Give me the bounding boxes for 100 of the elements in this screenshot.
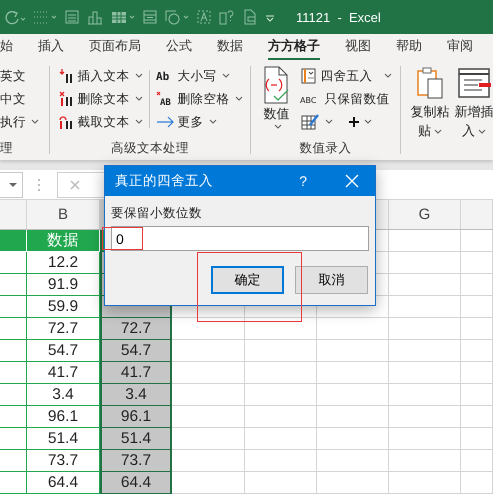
ribbon-tab[interactable]: 帮助: [396, 34, 422, 60]
table-edit-button[interactable]: [300, 113, 334, 131]
table-cell: [389, 384, 461, 406]
table-cell: [461, 296, 493, 318]
table-cell: [389, 450, 461, 472]
table-cell: 72.7: [100, 318, 172, 340]
ribbon-button[interactable]: 执行: [0, 112, 50, 132]
ribbon-tab[interactable]: 插入: [38, 34, 64, 60]
ribbon-tab[interactable]: 视图: [345, 34, 371, 60]
table-cell: [461, 406, 493, 428]
table-cell: [0, 384, 27, 406]
table-cell: [389, 252, 461, 274]
ribbon-tab[interactable]: 方方格子: [268, 34, 320, 60]
table-cell: [389, 340, 461, 362]
text-box-icon[interactable]: [196, 9, 212, 25]
case-icon: Ab: [156, 68, 176, 84]
ribbon-button[interactable]: 中文: [0, 89, 50, 109]
input-field[interactable]: 0: [111, 226, 369, 251]
help-icon[interactable]: [218, 9, 236, 25]
form-icon[interactable]: [64, 9, 80, 25]
ribbon-button[interactable]: AB 删除空格: [156, 89, 243, 109]
table-cell: [245, 384, 317, 406]
caret-icon: [234, 96, 243, 102]
table-cell: 54.7: [100, 340, 172, 362]
more-icon[interactable]: [37, 178, 41, 192]
ribbon-tab[interactable]: 审阅: [447, 34, 473, 60]
column-header[interactable]: G: [389, 200, 461, 229]
table-cell: [0, 318, 27, 340]
ribbon-button[interactable]: Ab 大小写: [156, 66, 243, 86]
table-cell: [389, 406, 461, 428]
table-cell: [317, 406, 389, 428]
caret-icon: [434, 129, 442, 135]
ribbon-tab[interactable]: 页面布局: [89, 34, 141, 60]
window-title: 11121 - Excel: [296, 10, 381, 24]
table-cell: [0, 450, 27, 472]
caret-icon: [478, 129, 486, 135]
table-cell: [245, 406, 317, 428]
ribbon-button[interactable]: 更多: [156, 112, 243, 132]
table-cell: [317, 428, 389, 450]
ribbon-tab[interactable]: 始: [0, 34, 13, 60]
ribbon-button[interactable]: 四舍五入: [300, 66, 392, 86]
table-cell: 64.4: [100, 472, 172, 494]
table-cell: [389, 274, 461, 296]
shapes-icon[interactable]: [164, 9, 190, 25]
table-cell: [461, 450, 493, 472]
ribbon-button[interactable]: 截取文本: [58, 112, 143, 132]
table-cell: 96.1: [100, 406, 172, 428]
table-cell: [0, 340, 27, 362]
table-cell: [245, 318, 317, 340]
dialog-title: 真正的四舍五入: [115, 172, 214, 190]
table-cell: [461, 362, 493, 384]
table-cell: [317, 450, 389, 472]
ribbon-button[interactable]: ABC 只保留数值: [300, 89, 392, 109]
document-icon[interactable]: [242, 9, 258, 25]
insert-row-icon: [457, 66, 491, 100]
plus-icon: [347, 115, 362, 129]
values-icon: ABC: [300, 91, 322, 107]
number-button[interactable]: 数值: [258, 66, 294, 132]
merge-icon[interactable]: [142, 9, 158, 25]
table-cell: [461, 274, 493, 296]
table-cell: [389, 318, 461, 340]
ribbon-tab[interactable]: 公式: [166, 34, 192, 60]
table-cell: [245, 362, 317, 384]
help-button[interactable]: ?: [299, 173, 307, 189]
name-box[interactable]: [0, 172, 23, 198]
ribbon-button[interactable]: 英文: [0, 66, 50, 86]
table-cell: [389, 230, 461, 252]
cancel-icon[interactable]: [68, 178, 82, 192]
caret-icon: [274, 124, 282, 130]
caret-icon: [134, 119, 143, 125]
table-cell: 3.4: [100, 384, 172, 406]
table-cell: [317, 384, 389, 406]
table-cell: [245, 450, 317, 472]
redo-icon[interactable]: [4, 9, 26, 25]
clipboard-icon: [415, 66, 445, 100]
table-cell: [461, 340, 493, 362]
ribbon-button[interactable]: 插入文本: [58, 66, 143, 86]
ribbon-tab[interactable]: 数据: [217, 34, 243, 60]
caret-icon: [31, 119, 39, 125]
field-label: 要保留小数位数: [111, 205, 203, 221]
table-cell: [0, 274, 27, 296]
ribbon-button[interactable]: 新增插入: [455, 66, 493, 157]
close-icon[interactable]: [345, 174, 359, 188]
caret-icon: [384, 73, 392, 79]
table-cell: [245, 428, 317, 450]
border-icon[interactable]: [32, 9, 58, 25]
table-cell: [0, 362, 27, 384]
add-button[interactable]: [347, 115, 372, 129]
ribbon-button[interactable]: 复制粘贴: [411, 66, 449, 157]
table-icon[interactable]: [110, 9, 136, 25]
table-cell: 51.4: [100, 428, 172, 450]
cancel-button[interactable]: 取消: [295, 266, 368, 294]
table-cell: [245, 340, 317, 362]
caret-icon: [325, 119, 334, 125]
table-cell: [461, 318, 493, 340]
table-cell: [461, 384, 493, 406]
ok-button[interactable]: 确定: [211, 266, 284, 294]
dropdown-icon[interactable]: [8, 182, 18, 188]
chart-icon[interactable]: [86, 9, 104, 25]
ribbon-button[interactable]: 删除文本: [58, 89, 143, 109]
